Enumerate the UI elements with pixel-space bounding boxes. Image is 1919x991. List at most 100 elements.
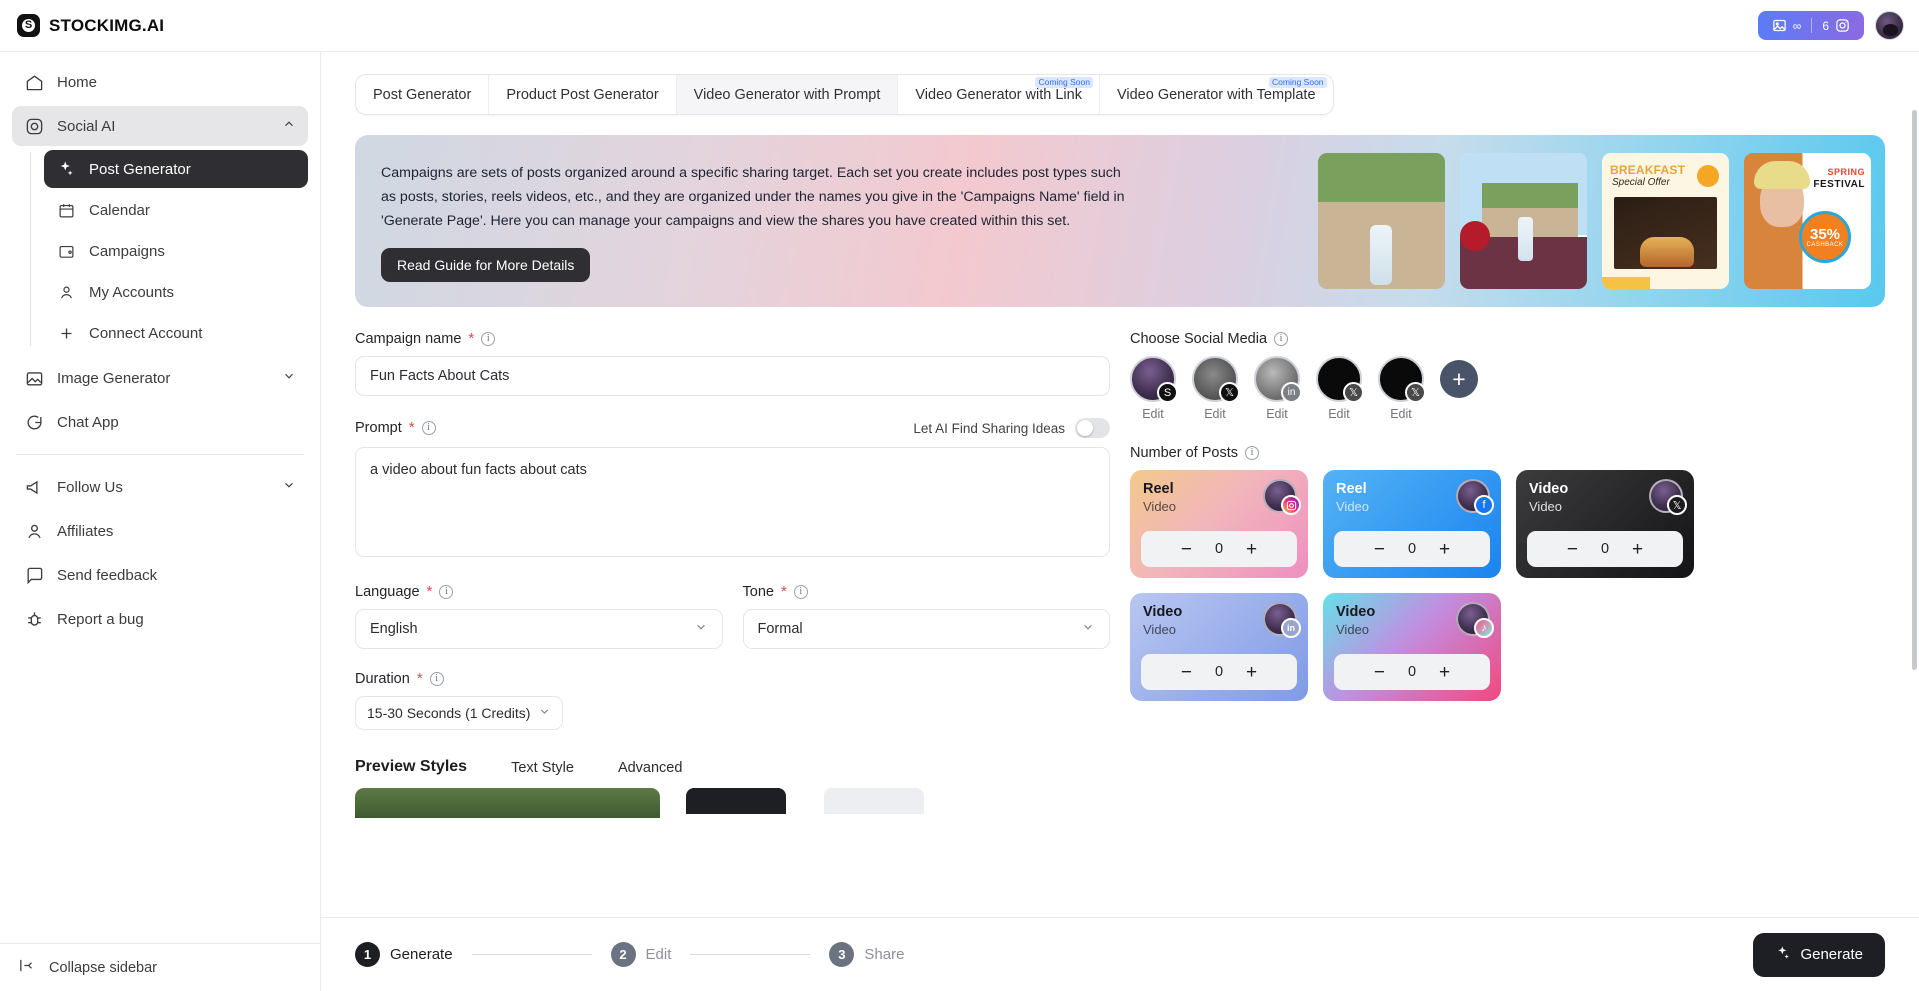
sidebar-item-label: Calendar [89, 202, 150, 219]
thumb-subtitle: Special Offer [1612, 177, 1670, 188]
post-card-x-video: Video Video 𝕏 − 0 + [1516, 470, 1694, 578]
social-account-2[interactable]: 𝕏 Edit [1192, 356, 1238, 421]
edit-label[interactable]: Edit [1254, 407, 1300, 421]
tab-video-generator-with-link[interactable]: Coming Soon Video Generator with Link [898, 75, 1100, 114]
avatar[interactable] [1875, 11, 1904, 40]
increment-button[interactable]: + [1439, 540, 1450, 559]
edit-label[interactable]: Edit [1192, 407, 1238, 421]
info-icon[interactable]: i [422, 421, 436, 435]
sidebar-item-my-accounts[interactable]: My Accounts [44, 273, 308, 311]
social-credits[interactable]: 6 [1811, 18, 1860, 33]
social-account-3[interactable]: in Edit [1254, 356, 1300, 421]
advanced-block: Advanced [618, 760, 683, 776]
x-icon: 𝕏 [1667, 495, 1687, 515]
sidebar-item-send-feedback[interactable]: Send feedback [12, 555, 308, 595]
ai-ideas-toggle[interactable] [1075, 418, 1110, 438]
prompt-label-row: Prompt * i Let AI Find Sharing Ideas [355, 418, 1110, 438]
tab-video-generator-with-template[interactable]: Coming Soon Video Generator with Templat… [1100, 75, 1333, 114]
edit-label[interactable]: Edit [1130, 407, 1176, 421]
thumb-title: BREAKFAST [1610, 163, 1685, 177]
sidebar-item-chat-app[interactable]: Chat App [12, 402, 308, 442]
sidebar-item-report-a-bug[interactable]: Report a bug [12, 599, 308, 639]
plus-icon [56, 323, 76, 343]
duration-select[interactable]: 15-30 Seconds (1 Credits) [355, 696, 563, 730]
prompt-textarea[interactable] [355, 447, 1110, 557]
info-icon[interactable]: i [1274, 332, 1288, 346]
add-account-button[interactable]: + [1440, 360, 1478, 398]
duration-label: Duration [355, 671, 410, 687]
info-icon[interactable]: i [481, 332, 495, 346]
megaphone-icon [24, 477, 44, 497]
social-account-4[interactable]: 𝕏 Edit [1316, 356, 1362, 421]
advanced-thumb[interactable] [824, 788, 924, 814]
decrement-button[interactable]: − [1181, 663, 1192, 682]
sidebar-item-affiliates[interactable]: Affiliates [12, 511, 308, 551]
collapse-sidebar-button[interactable]: Collapse sidebar [0, 943, 320, 991]
banner-description: Campaigns are sets of posts organized ar… [381, 161, 1129, 233]
decrement-button[interactable]: − [1374, 663, 1385, 682]
step-generate[interactable]: 1 Generate [355, 942, 453, 967]
badge-value: 35% [1810, 227, 1840, 242]
image-credits[interactable]: ∞ [1762, 18, 1812, 33]
chevron-up-icon[interactable] [282, 117, 296, 135]
required-marker: * [468, 334, 474, 344]
sidebar-item-social-ai[interactable]: Social AI [12, 106, 308, 146]
read-guide-button[interactable]: Read Guide for More Details [381, 248, 590, 282]
sidebar-item-label: Campaigns [89, 243, 165, 260]
sidebar-item-connect-account[interactable]: Connect Account [44, 314, 308, 352]
instagram-icon [1835, 18, 1850, 33]
top-bar-right: ∞ 6 [1758, 11, 1919, 40]
increment-button[interactable]: + [1632, 540, 1643, 559]
sidebar-item-image-generator[interactable]: Image Generator [12, 358, 308, 398]
increment-button[interactable]: + [1246, 663, 1257, 682]
tone-label: Tone [743, 584, 774, 600]
bug-icon [24, 609, 44, 629]
sparkle-icon [1775, 945, 1791, 965]
credits-pill[interactable]: ∞ 6 [1758, 11, 1864, 40]
chevron-down-icon[interactable] [282, 478, 296, 496]
info-icon[interactable]: i [430, 672, 444, 686]
banner-thumbnails: BREAKFAST Special Offer SPRING FESTIVAL … [1318, 153, 1871, 289]
increment-button[interactable]: + [1439, 663, 1450, 682]
discount-badge: 35% CASHBACK [1799, 211, 1851, 263]
generator-tabs: Post Generator Product Post Generator Vi… [355, 74, 1334, 115]
text-style-thumb[interactable] [686, 788, 786, 814]
generate-button[interactable]: Generate [1753, 933, 1885, 977]
tab-product-post-generator[interactable]: Product Post Generator [489, 75, 676, 114]
brand-logo[interactable]: S STOCKIMG.AI [0, 14, 164, 37]
post-count-value: 0 [1213, 541, 1225, 557]
sparkle-icon [56, 159, 76, 179]
step-edit[interactable]: 2 Edit [611, 942, 672, 967]
tab-post-generator[interactable]: Post Generator [356, 75, 489, 114]
edit-label[interactable]: Edit [1316, 407, 1362, 421]
info-icon[interactable]: i [439, 585, 453, 599]
prompt-field: Prompt * i Let AI Find Sharing Ideas [355, 418, 1110, 562]
social-account-5[interactable]: 𝕏 Edit [1378, 356, 1424, 421]
decrement-button[interactable]: − [1181, 540, 1192, 559]
edit-label[interactable]: Edit [1378, 407, 1424, 421]
sidebar-item-follow-us[interactable]: Follow Us [12, 467, 308, 507]
post-card-facebook-reel: Reel Video f − 0 + [1323, 470, 1501, 578]
info-icon[interactable]: i [794, 585, 808, 599]
preview-style-thumb[interactable] [355, 788, 660, 818]
text-style-label[interactable]: Text Style [511, 760, 574, 776]
language-select[interactable]: English [355, 609, 723, 649]
vertical-scrollbar[interactable] [1912, 110, 1917, 670]
info-icon[interactable]: i [1245, 446, 1259, 460]
tab-video-generator-with-prompt[interactable]: Video Generator with Prompt [677, 75, 899, 114]
sidebar-item-campaigns[interactable]: Campaigns [44, 232, 308, 270]
sidebar-item-label: Send feedback [57, 567, 157, 584]
right-form-column: Choose Social Media i S Edit [1130, 331, 1885, 818]
increment-button[interactable]: + [1246, 540, 1257, 559]
chevron-down-icon[interactable] [282, 369, 296, 387]
decrement-button[interactable]: − [1567, 540, 1578, 559]
social-account-1[interactable]: S Edit [1130, 356, 1176, 421]
sidebar-item-post-generator[interactable]: Post Generator [44, 150, 308, 188]
campaign-name-input[interactable] [355, 356, 1110, 396]
advanced-label[interactable]: Advanced [618, 760, 683, 776]
step-share[interactable]: 3 Share [829, 942, 904, 967]
sidebar-item-calendar[interactable]: Calendar [44, 191, 308, 229]
sidebar-item-home[interactable]: Home [12, 62, 308, 102]
tone-select[interactable]: Formal [743, 609, 1111, 649]
decrement-button[interactable]: − [1374, 540, 1385, 559]
